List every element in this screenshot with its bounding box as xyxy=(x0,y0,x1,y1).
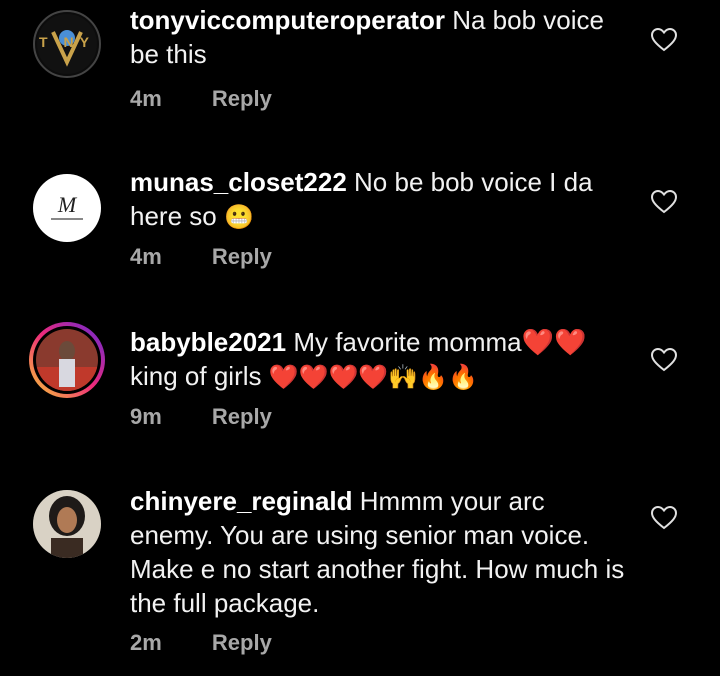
avatar-logo-text: T NY xyxy=(39,34,95,50)
avatar-logo-text: M xyxy=(57,192,77,217)
comment-time: 4m xyxy=(130,86,162,111)
comment-time: 4m xyxy=(130,244,162,269)
comment-time: 2m xyxy=(130,630,162,655)
comment-meta: 4m Reply xyxy=(130,86,272,112)
reply-button[interactable]: Reply xyxy=(212,630,272,655)
avatar[interactable]: M xyxy=(33,174,101,242)
reply-button[interactable]: Reply xyxy=(212,404,272,429)
comment-time: 9m xyxy=(130,404,162,429)
comment-text: babyble2021 My favorite momma❤️❤️ king o… xyxy=(130,325,630,394)
comment-text: tonyviccomputeroperator Na bob voice be … xyxy=(130,3,630,71)
like-heart-icon[interactable] xyxy=(651,28,677,52)
avatar[interactable] xyxy=(33,490,101,558)
comment-text: chinyere_reginald Hmmm your arc enemy. Y… xyxy=(130,484,630,620)
comment-meta: 9m Reply xyxy=(130,404,272,430)
comment-meta: 2m Reply xyxy=(130,630,272,656)
comment-emoji: ❤️❤️❤️❤️🙌🔥🔥 xyxy=(268,363,478,391)
comment-text: munas_closet222 No be bob voice I da her… xyxy=(130,165,630,234)
comment-username[interactable]: chinyere_reginald xyxy=(130,486,353,516)
reply-button[interactable]: Reply xyxy=(212,244,272,269)
like-heart-icon[interactable] xyxy=(651,506,677,530)
avatar[interactable]: T NY xyxy=(33,10,101,78)
comment-username[interactable]: munas_closet222 xyxy=(130,167,347,197)
comment-meta: 4m Reply xyxy=(130,244,272,270)
comment-emoji: 😬 xyxy=(223,203,254,231)
like-heart-icon[interactable] xyxy=(651,348,677,372)
avatar[interactable] xyxy=(29,322,105,398)
comment-username[interactable]: tonyviccomputeroperator xyxy=(130,5,445,35)
like-heart-icon[interactable] xyxy=(651,190,677,214)
reply-button[interactable]: Reply xyxy=(212,86,272,111)
comment-username[interactable]: babyble2021 xyxy=(130,327,286,357)
